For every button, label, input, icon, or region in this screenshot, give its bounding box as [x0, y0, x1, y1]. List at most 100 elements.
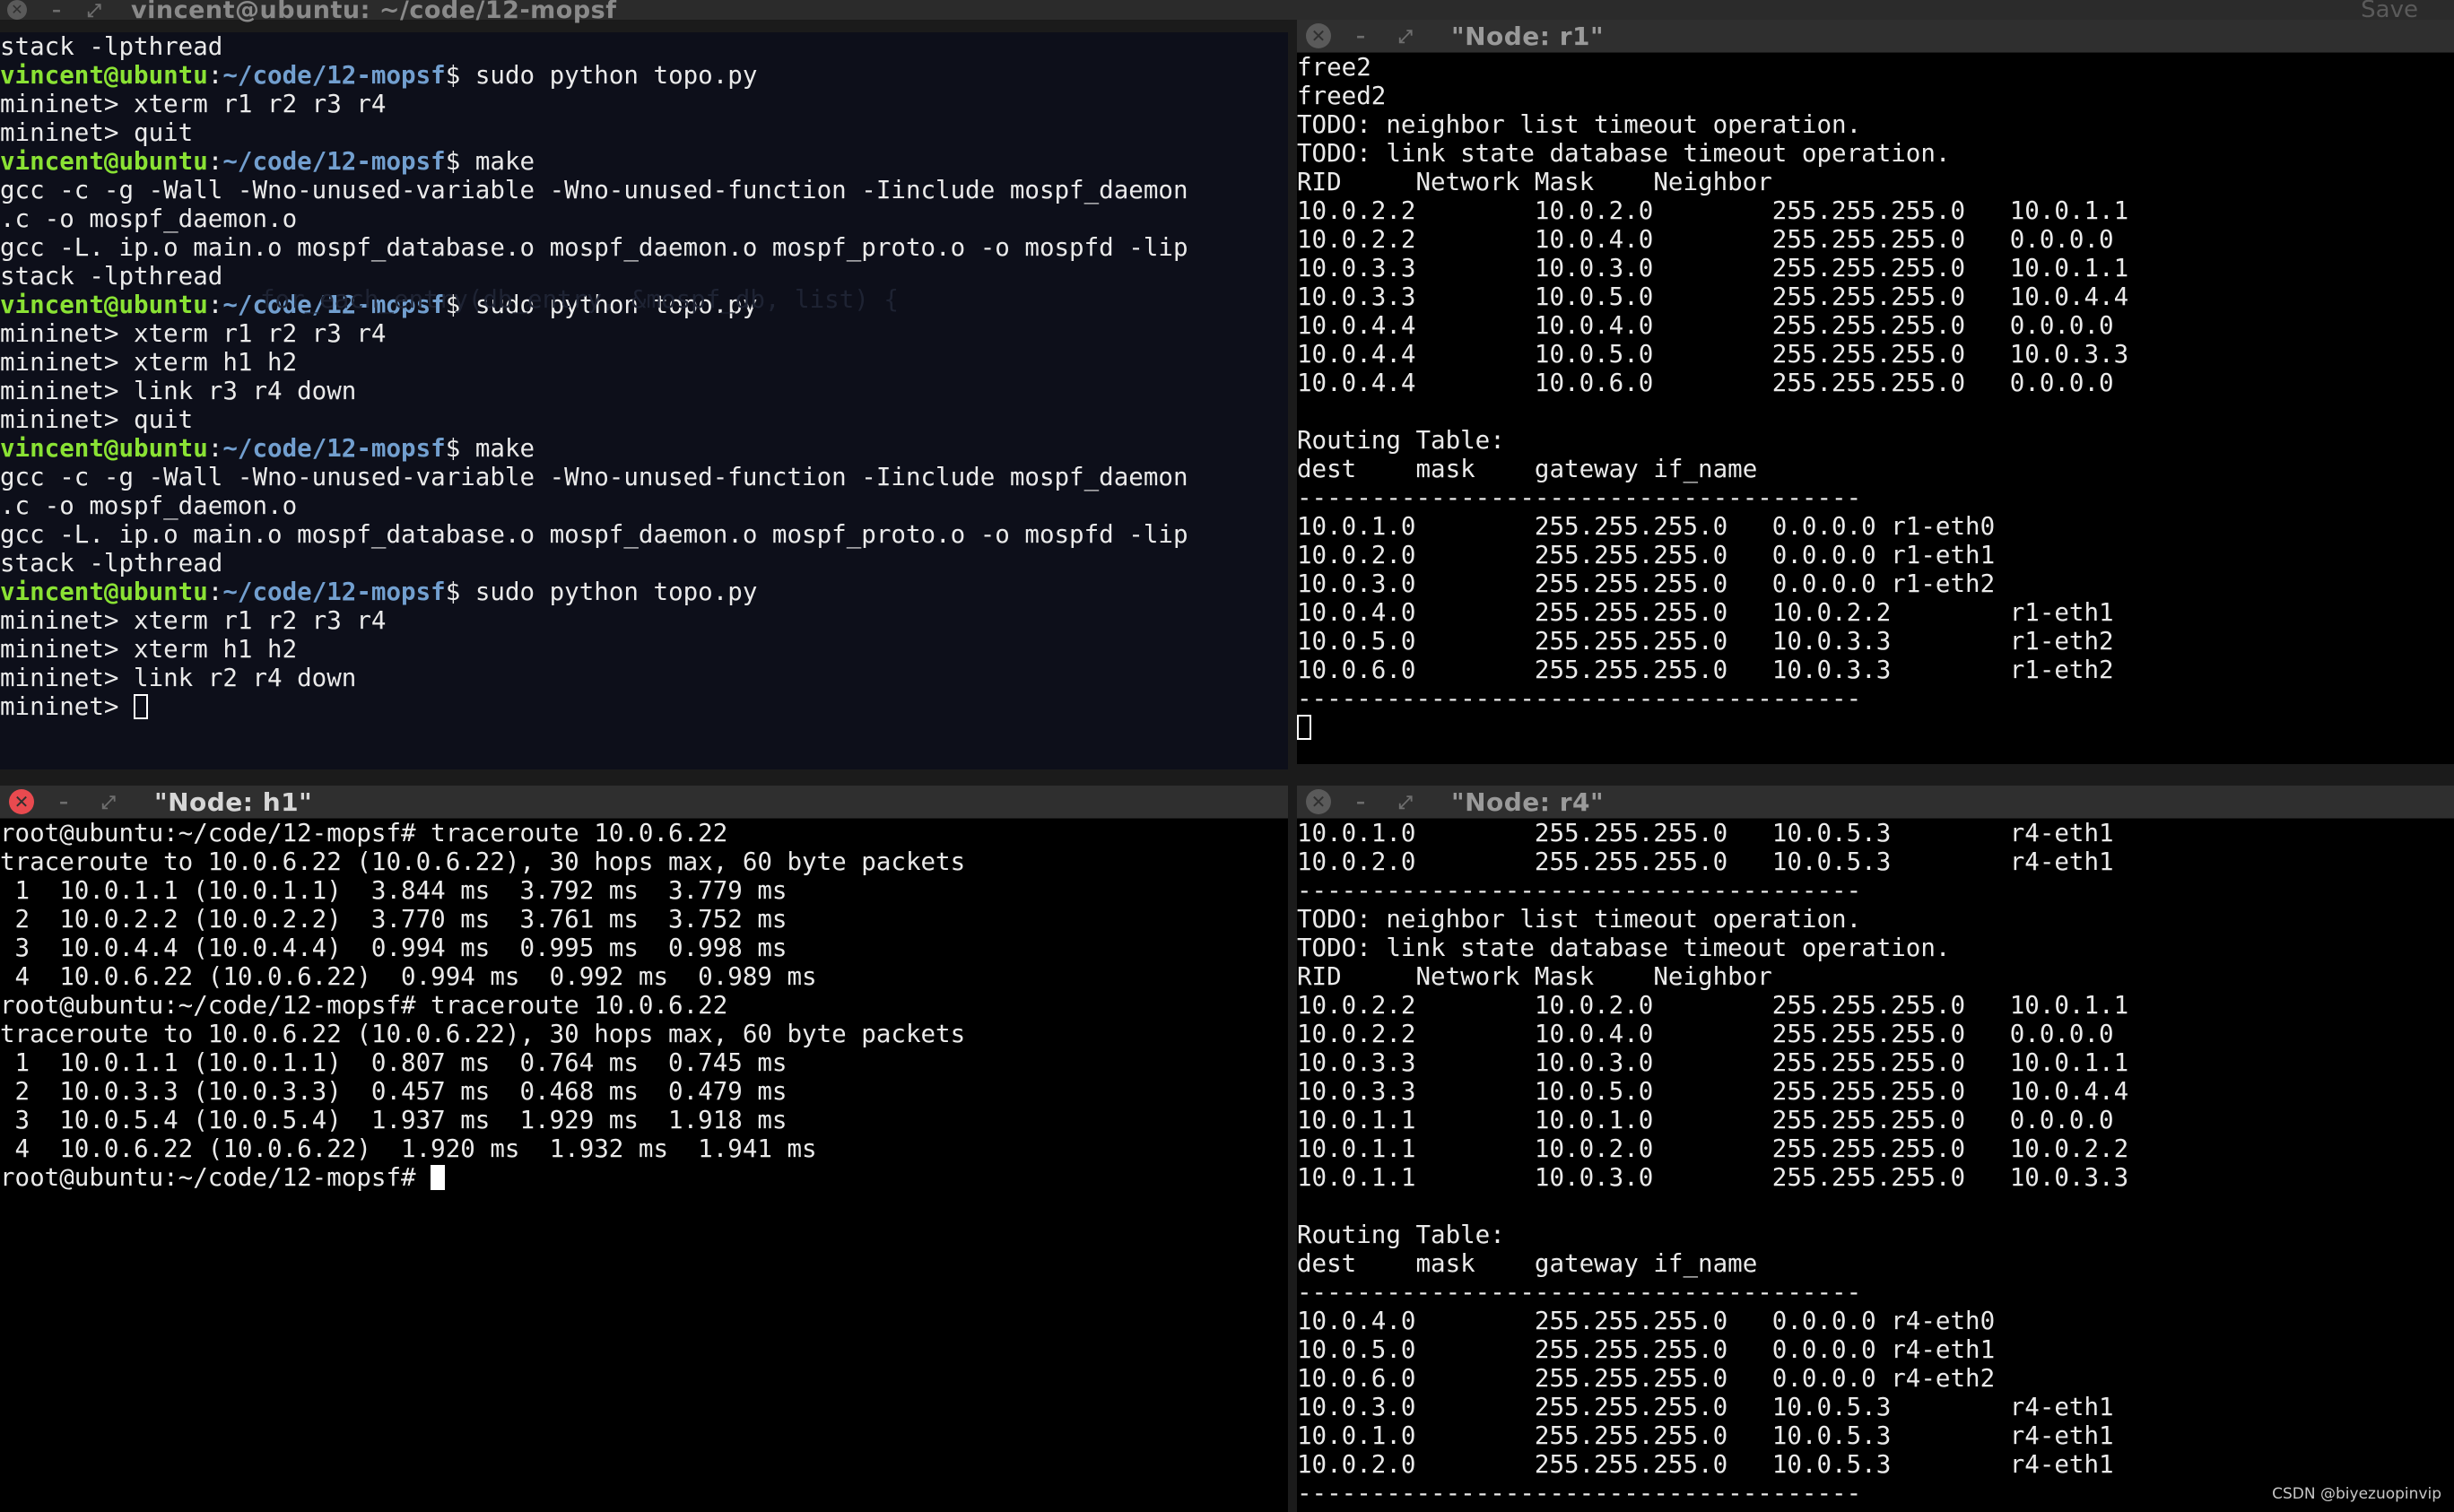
main-titlebar[interactable]: ✕ – ⤢ vincent@ubuntu: ~/code/12-mopsf: [0, 0, 1288, 24]
terminal-line: mininet> quit: [0, 405, 1288, 434]
terminal-line: mininet> link r3 r4 down: [0, 377, 1288, 405]
terminal-line: gcc -L. ip.o main.o mospf_database.o mos…: [0, 233, 1288, 262]
terminal-output[interactable]: root@ubuntu:~/code/12-mopsf# traceroute …: [0, 819, 1288, 1512]
terminal-line: .c -o mospf_daemon.o: [0, 204, 1288, 233]
terminal-line: 2 10.0.2.2 (10.0.2.2) 3.770 ms 3.761 ms …: [0, 905, 788, 934]
node-r1-window[interactable]: ✕ – ⤢ "Node: r1" free2 freed2 TODO: neighb…: [1297, 20, 2454, 764]
terminal-line: vincent@ubuntu:~/code/12-mopsf$ make: [0, 434, 1288, 463]
prompt-sep: :: [207, 291, 223, 319]
command-text: sudo python topo.py: [460, 61, 758, 90]
r4-titlebar[interactable]: ✕ – ⤢ "Node: r4": [1297, 786, 2454, 819]
terminal-line: TODO: neighbor list timeout operation.: [1297, 110, 1862, 139]
maximize-icon[interactable]: ⤢: [84, 0, 104, 22]
terminal-line: mininet> xterm h1 h2: [0, 348, 1288, 377]
window-title: vincent@ubuntu: ~/code/12-mopsf: [131, 0, 617, 24]
terminal-line: 3 10.0.5.4 (10.0.5.4) 1.937 ms 1.929 ms …: [0, 1106, 788, 1134]
text-cursor[interactable]: [431, 1165, 446, 1190]
terminal-line: traceroute to 10.0.6.22 (10.0.6.22), 30 …: [0, 847, 966, 876]
terminal-line: 10.0.5.0 255.255.255.0 10.0.3.3 r1-eth2: [1297, 627, 2114, 656]
close-icon[interactable]: ✕: [1306, 23, 1331, 48]
terminal-line: TODO: link state database timeout operat…: [1297, 139, 1951, 168]
command-text: sudo python topo.py: [460, 578, 758, 606]
shell-prompt: root@ubuntu:~/code/12-mopsf#: [0, 1163, 431, 1192]
prompt-dollar: $: [445, 147, 461, 176]
terminal-line: 10.0.3.3 10.0.3.0 255.255.255.0 10.0.1.1: [1297, 254, 2129, 282]
terminal-line: RID Network Mask Neighbor: [1297, 962, 1772, 991]
terminal-line: 1 10.0.1.1 (10.0.1.1) 3.844 ms 3.792 ms …: [0, 876, 788, 905]
terminal-line: 10.0.1.1 10.0.3.0 255.255.255.0 10.0.3.3: [1297, 1163, 2129, 1192]
terminal-line: --------------------------------------: [1297, 1278, 1862, 1307]
terminal-line: 4 10.0.6.22 (10.0.6.22) 0.994 ms 0.992 m…: [0, 962, 817, 991]
prompt-path: ~/code/12-mopsf: [222, 61, 446, 90]
terminal-line: vincent@ubuntu:~/code/12-mopsf$ make: [0, 147, 1288, 176]
terminal-line: RID Network Mask Neighbor: [1297, 168, 1772, 196]
text-cursor[interactable]: [134, 694, 149, 719]
close-icon[interactable]: ✕: [9, 789, 34, 814]
h1-titlebar[interactable]: ✕ – ⤢ "Node: h1": [0, 786, 1288, 819]
output-text: mininet> quit: [0, 405, 194, 434]
terminal-output[interactable]: 10.0.1.0 255.255.255.0 10.0.5.3 r4-eth1 1…: [1297, 819, 2454, 1512]
maximize-icon[interactable]: ⤢: [1396, 23, 1415, 48]
window-title: "Node: r4": [1451, 786, 1605, 817]
output-text: gcc -L. ip.o main.o mospf_database.o mos…: [0, 233, 1188, 262]
minimize-icon[interactable]: –: [1351, 789, 1371, 814]
output-text: mininet> xterm r1 r2 r3 r4: [0, 90, 387, 118]
terminal-line: 10.0.2.0 255.255.255.0 10.0.5.3 r4-eth1: [1297, 1450, 2114, 1479]
prompt-dollar: $: [445, 578, 461, 606]
r1-titlebar[interactable]: ✕ – ⤢ "Node: r1": [1297, 20, 2454, 53]
terminal-line: 10.0.1.0 255.255.255.0 0.0.0.0 r1-eth0: [1297, 512, 1996, 541]
command-text: make: [460, 434, 535, 463]
terminal-line: 10.0.2.0 255.255.255.0 10.0.5.3 r4-eth1: [1297, 847, 2114, 876]
terminal-line: 10.0.4.4 10.0.5.0 255.255.255.0 10.0.3.3: [1297, 340, 2129, 369]
terminal-line: 10.0.3.3 10.0.5.0 255.255.255.0 10.0.4.4: [1297, 282, 2129, 311]
prompt-user: vincent@ubuntu: [0, 61, 208, 90]
output-text: .c -o mospf_daemon.o: [0, 491, 298, 520]
terminal-line: stack -lpthread: [0, 262, 1288, 291]
node-h1-window[interactable]: ✕ – ⤢ "Node: h1" root@ubuntu:~/code/12-m…: [0, 786, 1288, 1512]
terminal-line: --------------------------------------: [1297, 483, 1862, 512]
terminal-output[interactable]: free2 freed2 TODO: neighbor list timeout o…: [1297, 53, 2454, 764]
terminal-line: root@ubuntu:~/code/12-mopsf#: [0, 1163, 1288, 1192]
terminal-line: dest mask gateway if_name: [1297, 1249, 1758, 1278]
output-text: mininet> xterm h1 h2: [0, 635, 298, 664]
terminal-line: mininet> xterm r1 r2 r3 r4: [0, 319, 1288, 348]
terminal-line: 10.0.6.0 255.255.255.0 0.0.0.0 r4-eth2: [1297, 1364, 1996, 1393]
save-button[interactable]: Save: [2361, 0, 2418, 22]
maximize-icon[interactable]: ⤢: [99, 789, 118, 814]
terminal-line: gcc -c -g -Wall -Wno-unused-variable -Wn…: [0, 176, 1288, 204]
input-prompt: mininet>: [0, 692, 135, 721]
terminal-line: 10.0.4.0 255.255.255.0 10.0.2.2 r1-eth1: [1297, 598, 2114, 627]
close-icon[interactable]: ✕: [7, 0, 27, 20]
minimize-icon[interactable]: –: [47, 0, 66, 22]
terminal-line: 10.0.6.0 255.255.255.0 10.0.3.3 r1-eth2: [1297, 656, 2114, 684]
minimize-icon[interactable]: –: [1351, 23, 1371, 48]
command-text: make: [460, 147, 535, 176]
command-text: sudo python topo.py: [460, 291, 758, 319]
window-title: "Node: r1": [1451, 21, 1605, 51]
output-text: .c -o mospf_daemon.o: [0, 204, 298, 233]
output-text: gcc -c -g -Wall -Wno-unused-variable -Wn…: [0, 176, 1188, 204]
close-icon[interactable]: ✕: [1306, 789, 1331, 814]
prompt-user: vincent@ubuntu: [0, 147, 208, 176]
terminal-line: mininet>: [0, 692, 1288, 721]
terminal-line: Routing Table:: [1297, 1221, 1505, 1249]
minimize-icon[interactable]: –: [54, 789, 74, 814]
prompt-user: vincent@ubuntu: [0, 578, 208, 606]
node-r4-window[interactable]: ✕ – ⤢ "Node: r4" 10.0.1.0 255.255.255.0 …: [1297, 786, 2454, 1512]
main-terminal-window[interactable]: ✕ – ⤢ vincent@ubuntu: ~/code/12-mopsf st…: [0, 0, 1288, 769]
output-text: gcc -L. ip.o main.o mospf_database.o mos…: [0, 520, 1188, 549]
terminal-line: 10.0.1.0 255.255.255.0 10.0.5.3 r4-eth1: [1297, 1421, 2114, 1450]
terminal-line: mininet> link r2 r4 down: [0, 664, 1288, 692]
terminal-line: TODO: neighbor list timeout operation.: [1297, 905, 1862, 934]
terminal-line: vincent@ubuntu:~/code/12-mopsf$ sudo pyt…: [0, 291, 1288, 319]
text-cursor[interactable]: [1297, 715, 1311, 740]
terminal-line: stack -lpthread: [0, 32, 1288, 61]
terminal-line: --------------------------------------: [1297, 876, 1862, 905]
terminal-output[interactable]: stack -lpthread vincent@ubuntu:~/code/12-…: [0, 32, 1288, 769]
terminal-line: 10.0.1.1 10.0.2.0 255.255.255.0 10.0.2.2: [1297, 1134, 2129, 1163]
terminal-line: 10.0.2.2 10.0.2.0 255.255.255.0 10.0.1.1: [1297, 991, 2129, 1020]
terminal-line: vincent@ubuntu:~/code/12-mopsf$ sudo pyt…: [0, 61, 1288, 90]
terminal-line: 10.0.3.0 255.255.255.0 0.0.0.0 r1-eth2: [1297, 569, 1996, 598]
maximize-icon[interactable]: ⤢: [1396, 789, 1415, 814]
